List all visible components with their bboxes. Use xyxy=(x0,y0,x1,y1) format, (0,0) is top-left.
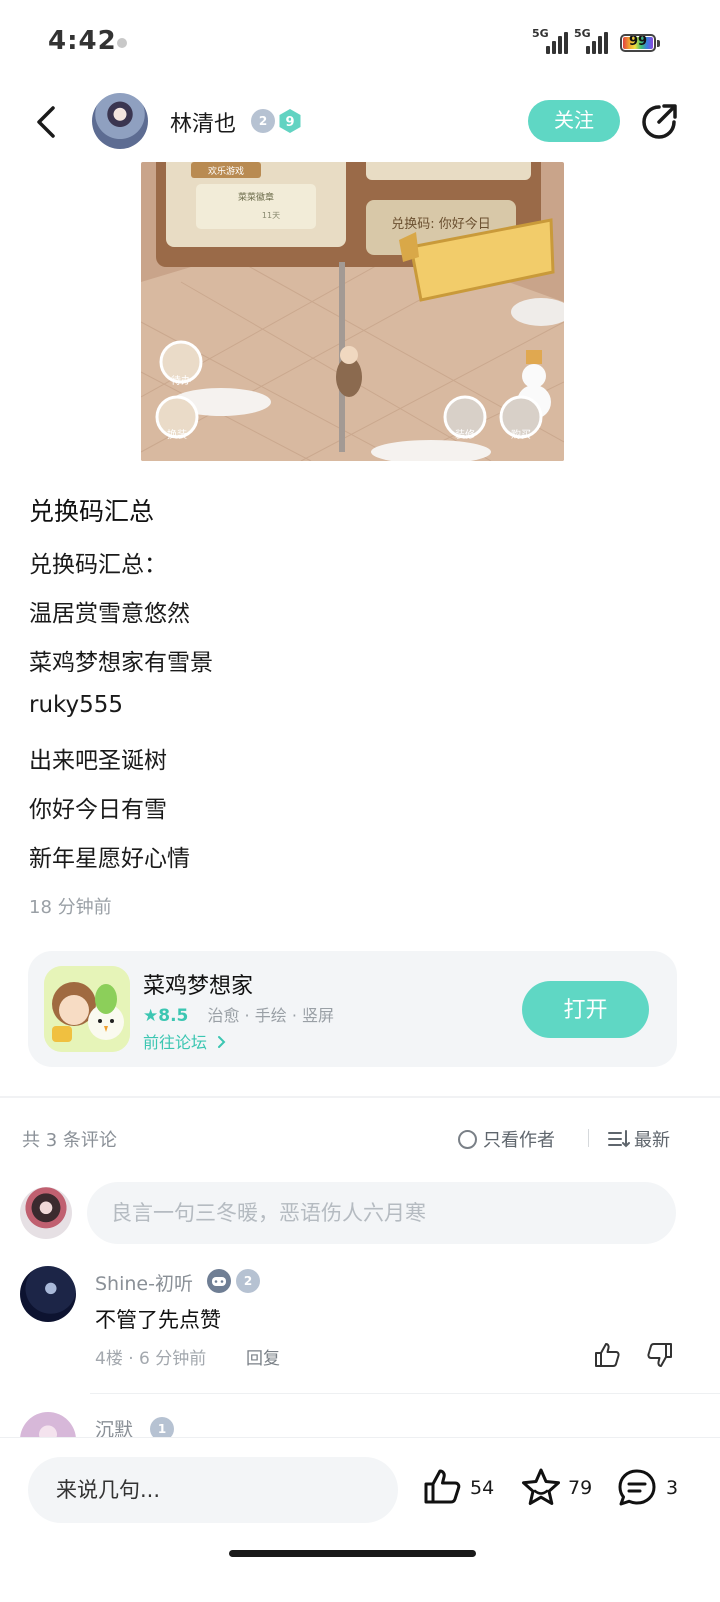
svg-text:9: 9 xyxy=(285,115,294,130)
post-line: 新年星愿好心情 xyxy=(29,846,190,872)
thumbs-up-icon xyxy=(424,1469,461,1504)
author-level-badge: 2 xyxy=(251,109,275,133)
my-avatar xyxy=(20,1187,72,1239)
game-card[interactable]: 菜鸡梦想家 ★8.5 治愈 · 手绘 · 竖屏 前往论坛 打开 xyxy=(28,951,677,1067)
sort-icon xyxy=(608,1130,630,1148)
post-image[interactable]: 欢乐游戏 菜菜徽章 11天 兑换码: 你好今日 待办 换装 装修 购买 xyxy=(141,162,564,461)
chevron-right-icon xyxy=(218,1036,226,1048)
game-tags: 治愈 · 手绘 · 竖屏 xyxy=(207,1006,334,1025)
like-count: 54 xyxy=(470,1477,495,1499)
back-button[interactable] xyxy=(28,102,68,142)
forum-link-label: 前往论坛 xyxy=(143,1033,208,1052)
post-line: ruky555 xyxy=(29,692,124,718)
notification-dot-icon xyxy=(117,38,127,48)
star-icon xyxy=(522,1468,560,1505)
game-name: 菜鸡梦想家 xyxy=(143,974,254,999)
favorite-button[interactable]: 79 xyxy=(520,1467,600,1511)
svg-text:欢乐游戏: 欢乐游戏 xyxy=(208,165,244,177)
share-icon xyxy=(642,104,677,139)
sort-button[interactable]: 最新 xyxy=(608,1126,670,1152)
comment-divider xyxy=(90,1393,720,1394)
post-line: 出来吧圣诞树 xyxy=(29,748,167,774)
svg-text:装修: 装修 xyxy=(455,428,475,441)
chevron-left-icon xyxy=(37,106,55,138)
svg-text:菜菜徽章: 菜菜徽章 xyxy=(238,191,274,203)
comment-count-bottom: 3 xyxy=(666,1477,679,1499)
divider xyxy=(588,1129,589,1147)
network-type-1: 5G xyxy=(532,27,549,40)
forum-link[interactable]: 前往论坛 xyxy=(143,1029,228,1053)
commenter-level-badge: 2 xyxy=(236,1269,260,1293)
section-divider xyxy=(0,1096,720,1098)
svg-text:11天: 11天 xyxy=(262,211,280,220)
signal-icon: 5G xyxy=(532,27,568,54)
sort-label: 最新 xyxy=(634,1130,670,1151)
game-icon xyxy=(44,966,130,1052)
comment-like-button[interactable] xyxy=(592,1340,622,1370)
post-line: 温居赏雪意悠然 xyxy=(29,601,190,627)
post-line: 兑换码汇总： xyxy=(29,552,167,578)
thumbs-down-icon xyxy=(647,1343,672,1367)
say-something-input[interactable]: 来说几句... xyxy=(28,1457,398,1523)
commenter-avatar[interactable] xyxy=(20,1266,76,1322)
like-button[interactable]: 54 xyxy=(422,1467,502,1511)
battery-icon: 99 xyxy=(620,34,656,52)
status-time: 4:42 xyxy=(48,26,117,56)
comment-count: 共 3 条评论 xyxy=(22,1130,117,1151)
star-icon: ★ xyxy=(143,1006,159,1026)
post-line: 你好今日有雪 xyxy=(29,797,167,823)
follow-button[interactable]: 关注 xyxy=(528,100,620,142)
svg-text:待办: 待办 xyxy=(171,374,191,387)
comment-dislike-button[interactable] xyxy=(645,1340,675,1370)
battery-level: 99 xyxy=(628,34,648,49)
post-line: 菜鸡梦想家有雪景 xyxy=(29,650,213,676)
network-type-2: 5G xyxy=(574,27,591,40)
game-score: 8.5 xyxy=(158,1006,189,1026)
status-bar: 4:42 5G 5G 99 xyxy=(0,0,720,84)
comment-meta: 4楼 · 6 分钟前 xyxy=(95,1349,207,1369)
radio-icon xyxy=(458,1130,477,1149)
game-meta: ★8.5 治愈 · 手绘 · 竖屏 xyxy=(143,1002,334,1026)
reply-button[interactable]: 回复 xyxy=(246,1344,280,1369)
comment-input[interactable] xyxy=(87,1182,676,1244)
author-avatar[interactable] xyxy=(92,93,148,149)
share-button[interactable] xyxy=(638,101,680,143)
svg-text:兑换码: 你好今日: 兑换码: 你好今日 xyxy=(391,216,491,232)
comment-text: 不管了先点赞 xyxy=(95,1308,221,1332)
only-author-label: 只看作者 xyxy=(483,1130,555,1151)
comments-button[interactable]: 3 xyxy=(616,1467,686,1511)
svg-text:购买: 购买 xyxy=(511,428,531,441)
gamepad-badge-icon xyxy=(207,1269,231,1293)
signal-icon-2: 5G xyxy=(574,27,610,54)
post-title: 兑换码汇总 xyxy=(29,497,155,526)
only-author-toggle[interactable]: 只看作者 xyxy=(458,1126,555,1152)
author-name[interactable]: 林清也 xyxy=(170,106,236,138)
bottom-action-bar: 来说几句... 54 79 3 xyxy=(0,1437,720,1602)
post-timestamp: 18 分钟前 xyxy=(29,897,112,918)
thumbs-up-icon xyxy=(595,1343,620,1367)
open-game-button[interactable]: 打开 xyxy=(522,981,649,1038)
commenter-name[interactable]: Shine-初听 xyxy=(95,1269,193,1296)
favorite-count: 79 xyxy=(568,1477,593,1499)
post-header: 林清也 2 9 关注 xyxy=(0,84,720,162)
comment-bubble-icon xyxy=(618,1469,656,1506)
svg-text:换装: 换装 xyxy=(167,428,187,441)
hexagon-badge-icon: 9 xyxy=(278,108,302,134)
home-indicator[interactable] xyxy=(229,1550,476,1557)
